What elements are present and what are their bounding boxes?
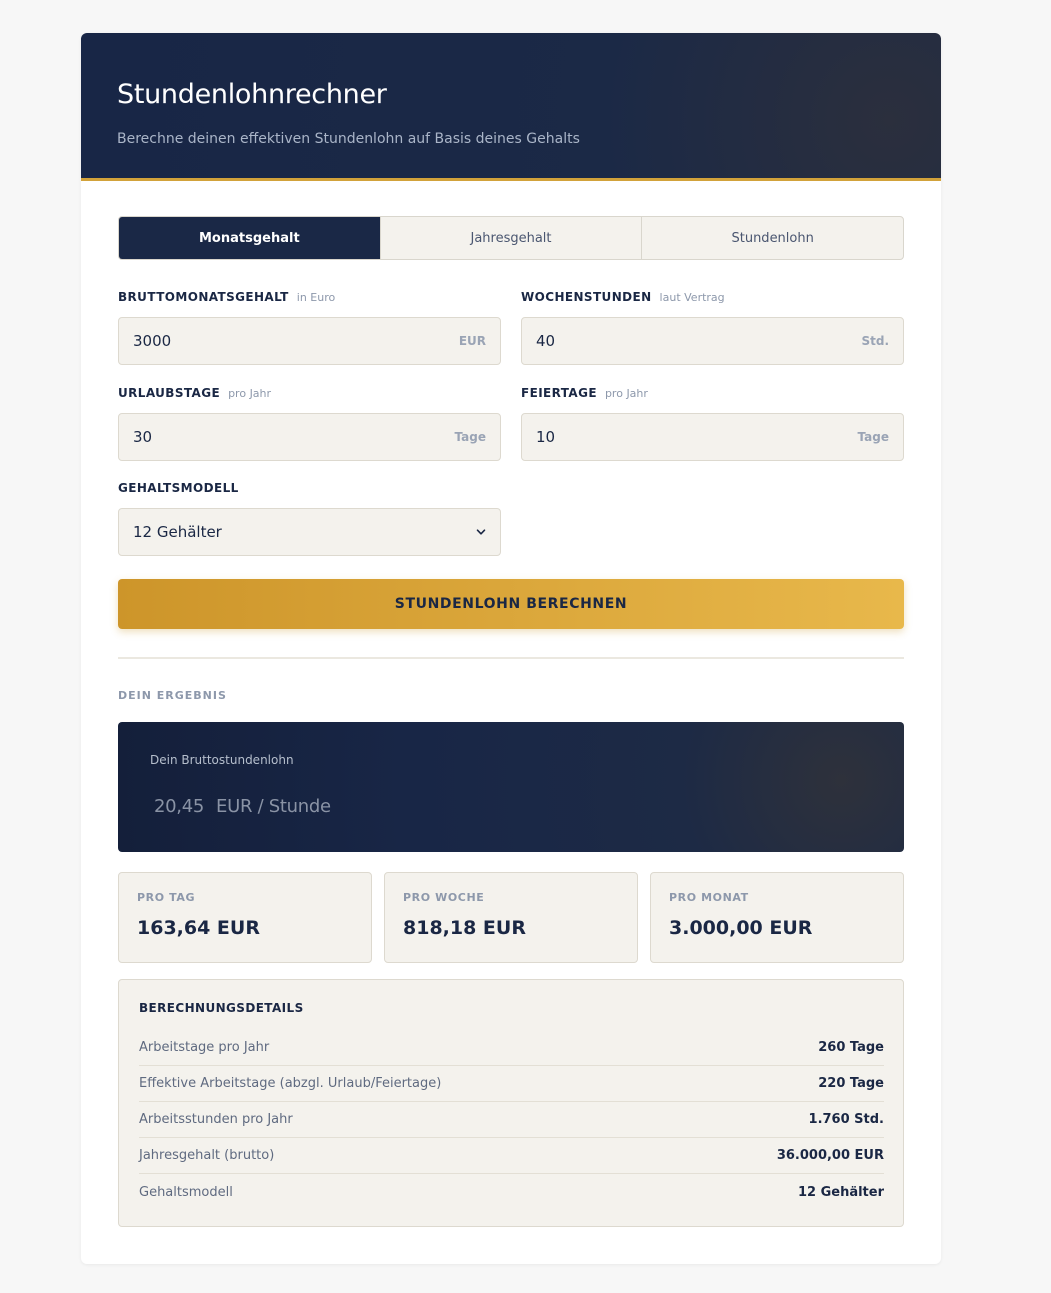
stat-label: PRO WOCHE: [403, 891, 485, 904]
monthly-salary-unit: EUR: [458, 334, 486, 348]
page-subtitle: Berechne deinen effektiven Stundenlohn a…: [117, 131, 580, 147]
salary-model-group: GEHALTSMODELL 12 Gehälter: [118, 481, 501, 556]
stat-per-month: PRO MONAT 3.000,00 EUR: [650, 872, 904, 963]
section-divider: [118, 657, 904, 659]
detail-key: Effektive Arbeitstage (abzgl. Urlaub/Fei…: [139, 1076, 442, 1091]
mode-tabs: Monatsgehalt Jahresgehalt Stundenlohn: [118, 216, 904, 260]
stat-value: 3.000,00 EUR: [669, 917, 813, 939]
result-caption: Dein Bruttostundenlohn: [150, 753, 294, 767]
hourly-wage-value: 20,45 EUR / Stunde: [154, 796, 331, 817]
calculation-details: BERECHNUNGSDETAILS Arbeitstage pro Jahr …: [118, 979, 904, 1227]
detail-key: Gehaltsmodell: [139, 1184, 233, 1200]
weekly-hours-input[interactable]: 40 Std.: [521, 317, 904, 365]
salary-model-label: GEHALTSMODELL: [118, 481, 239, 495]
detail-value: 1.760 Std.: [808, 1112, 884, 1127]
tab-stundenlohn[interactable]: Stundenlohn: [642, 217, 903, 259]
vacation-days-group: URLAUBSTAGE pro Jahr 30 Tage: [118, 386, 501, 461]
vacation-days-hint: pro Jahr: [228, 387, 272, 400]
calculate-button[interactable]: STUNDENLOHN BERECHNEN: [118, 579, 904, 629]
monthly-salary-value: 3000: [133, 332, 172, 350]
detail-key: Arbeitsstunden pro Jahr: [139, 1112, 293, 1127]
result-panel: Dein Bruttostundenlohn 20,45 EUR / Stunde: [118, 722, 904, 852]
weekly-hours-hint: laut Vertrag: [659, 291, 725, 304]
monthly-salary-label: BRUTTOMONATSGEHALT: [118, 290, 289, 304]
weekly-hours-label: WOCHENSTUNDEN: [521, 290, 652, 304]
detail-row: Jahresgehalt (brutto) 36.000,00 EUR: [139, 1138, 884, 1174]
detail-row: Arbeitstage pro Jahr 260 Tage: [139, 1030, 884, 1066]
vacation-days-value: 30: [133, 428, 153, 446]
stat-value: 818,18 EUR: [403, 917, 526, 939]
holidays-hint: pro Jahr: [604, 387, 648, 400]
header-banner: Stundenlohnrechner Berechne deinen effek…: [81, 33, 941, 181]
hourly-wage-unit: EUR / Stunde: [216, 796, 331, 817]
vacation-days-input[interactable]: 30 Tage: [118, 413, 501, 461]
weekly-hours-group: WOCHENSTUNDEN laut Vertrag 40 Std.: [521, 290, 904, 365]
page-title: Stundenlohnrechner: [117, 79, 387, 110]
vacation-days-label: URLAUBSTAGE: [118, 386, 221, 400]
tab-jahresgehalt[interactable]: Jahresgehalt: [381, 217, 643, 259]
monthly-salary-group: BRUTTOMONATSGEHALT in Euro 3000 EUR: [118, 290, 501, 365]
hourly-wage-number: 20,45: [154, 796, 205, 817]
holidays-label: FEIERTAGE: [521, 386, 597, 400]
weekly-hours-unit: Std.: [861, 334, 889, 348]
vacation-days-unit: Tage: [454, 430, 486, 444]
holidays-value: 10: [536, 428, 556, 446]
detail-value: 36.000,00 EUR: [776, 1148, 884, 1163]
detail-value: 220 Tage: [818, 1076, 884, 1091]
chevron-down-icon: [476, 529, 486, 535]
result-section-label: DEIN ERGEBNIS: [118, 689, 227, 702]
tab-monatsgehalt[interactable]: Monatsgehalt: [119, 217, 381, 259]
salary-model-select[interactable]: 12 Gehälter: [118, 508, 501, 556]
weekly-hours-value: 40: [536, 332, 556, 350]
monthly-salary-input[interactable]: 3000 EUR: [118, 317, 501, 365]
holidays-group: FEIERTAGE pro Jahr 10 Tage: [521, 386, 904, 461]
detail-key: Jahresgehalt (brutto): [139, 1148, 275, 1163]
stat-label: PRO TAG: [137, 891, 196, 904]
detail-row: Arbeitsstunden pro Jahr 1.760 Std.: [139, 1102, 884, 1138]
calculator-card: Stundenlohnrechner Berechne deinen effek…: [81, 33, 941, 1264]
stat-per-week: PRO WOCHE 818,18 EUR: [384, 872, 638, 963]
detail-row: Effektive Arbeitstage (abzgl. Urlaub/Fei…: [139, 1066, 884, 1102]
stat-label: PRO MONAT: [669, 891, 749, 904]
holidays-unit: Tage: [857, 430, 889, 444]
details-title: BERECHNUNGSDETAILS: [139, 1001, 304, 1015]
salary-model-value: 12 Gehälter: [133, 523, 222, 541]
detail-value: 260 Tage: [818, 1040, 884, 1055]
detail-key: Arbeitstage pro Jahr: [139, 1040, 270, 1055]
stat-value: 163,64 EUR: [137, 917, 260, 939]
holidays-input[interactable]: 10 Tage: [521, 413, 904, 461]
detail-row: Gehaltsmodell 12 Gehälter: [139, 1174, 884, 1210]
monthly-salary-hint: in Euro: [296, 291, 336, 304]
stat-per-day: PRO TAG 163,64 EUR: [118, 872, 372, 963]
detail-value: 12 Gehälter: [797, 1184, 884, 1200]
